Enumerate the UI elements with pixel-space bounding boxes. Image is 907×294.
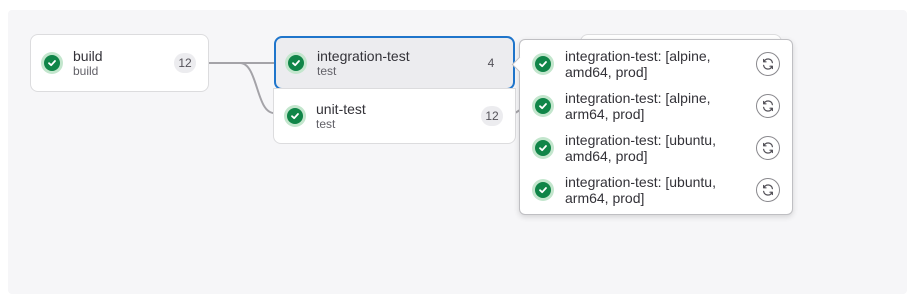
dropdown-job-name: integration-test: [ubuntu, amd64, prod] [565, 132, 716, 164]
status-success-icon [285, 52, 307, 74]
job-stage: test [316, 116, 336, 131]
dropdown-job-name: integration-test: [alpine, arm64, prod] [565, 90, 711, 122]
retry-icon[interactable] [756, 94, 780, 118]
dropdown-job-name: integration-test: [alpine, amd64, prod] [565, 48, 711, 80]
job-count-badge: 12 [174, 53, 196, 73]
dropdown-job-name: integration-test: [ubuntu, arm64, prod] [565, 174, 716, 206]
dropdown-job-item[interactable]: integration-test: [alpine, amd64, prod] [532, 43, 780, 85]
job-count-badge: 4 [487, 56, 495, 70]
job-card-build[interactable]: build build 12 [30, 34, 209, 92]
status-success-icon [532, 179, 554, 201]
status-success-icon [532, 95, 554, 117]
job-stage: test [317, 63, 337, 78]
job-count-badge: 12 [481, 106, 503, 126]
parallel-jobs-dropdown: integration-test: [alpine, amd64, prod] … [511, 39, 793, 215]
status-success-icon [532, 53, 554, 75]
job-name: unit-test [316, 100, 366, 117]
status-success-icon [532, 137, 554, 159]
job-name: build [73, 47, 103, 64]
status-success-icon [41, 52, 63, 74]
retry-icon[interactable] [756, 52, 780, 76]
job-card-integration-test[interactable]: integration-test test 4 [274, 36, 515, 90]
dropdown-job-item[interactable]: integration-test: [ubuntu, arm64, prod] [532, 169, 780, 211]
job-card-unit-test[interactable]: unit-test test 12 [273, 88, 516, 144]
dropdown-job-item[interactable]: integration-test: [ubuntu, amd64, prod] [532, 127, 780, 169]
dropdown-job-item[interactable]: integration-test: [alpine, arm64, prod] [532, 85, 780, 127]
job-name: integration-test [317, 47, 410, 64]
retry-icon[interactable] [756, 178, 780, 202]
status-success-icon [284, 105, 306, 127]
job-stage: build [73, 63, 99, 78]
retry-icon[interactable] [756, 136, 780, 160]
